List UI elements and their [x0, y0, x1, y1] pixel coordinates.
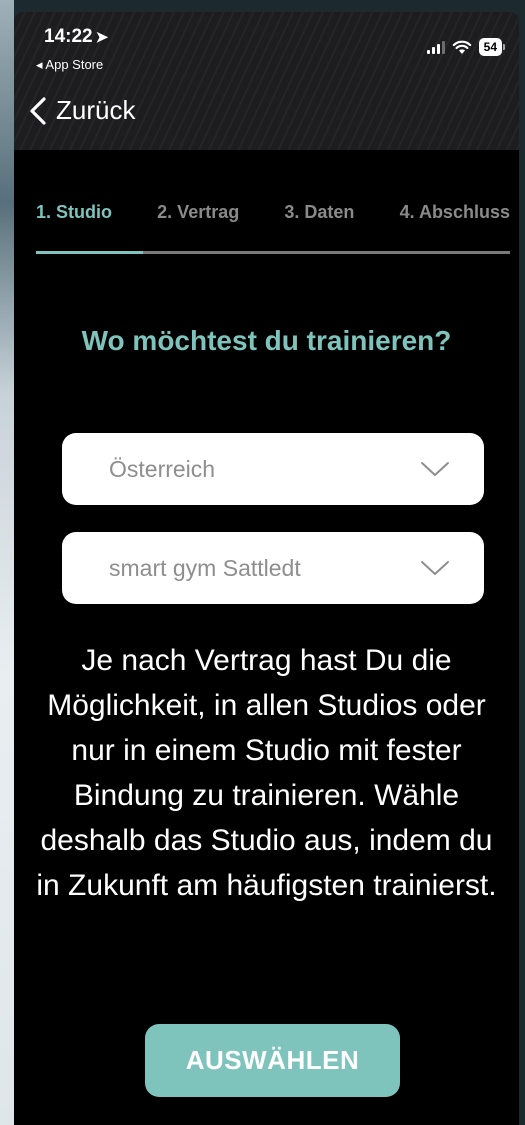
step-vertrag: 2. Vertrag	[157, 202, 240, 222]
country-select-value: Österreich	[109, 455, 216, 482]
status-time: 14:22 ➤	[44, 26, 108, 48]
background-app-edge	[0, 0, 14, 1125]
wifi-icon	[452, 40, 471, 54]
step-daten: 3. Daten	[284, 202, 355, 222]
chevron-down-icon	[421, 561, 449, 575]
step-studio: 1. Studio	[36, 202, 112, 222]
back-label: Zurück	[56, 95, 136, 125]
header: 14:22 ➤ ◂ App Store 54 Zurück	[14, 12, 519, 150]
step-abschluss: 4. Abschluss	[399, 202, 510, 222]
battery-icon: 54	[478, 38, 505, 56]
chevron-down-icon	[421, 462, 449, 476]
back-button[interactable]: Zurück	[28, 95, 135, 126]
step-indicator: 1. Studio 2. Vertrag 3. Daten 4. Abschlu…	[36, 202, 510, 223]
country-select[interactable]: Österreich	[62, 433, 484, 505]
clock: 14:22	[44, 26, 93, 47]
return-to-app-store[interactable]: ◂ App Store	[36, 57, 103, 73]
battery-level: 54	[478, 38, 502, 56]
location-arrow-icon: ➤	[95, 29, 109, 46]
status-icons: 54	[426, 38, 505, 56]
chevron-left-icon	[30, 96, 46, 125]
studio-select-value: smart gym Sattledt	[109, 554, 301, 581]
studio-select[interactable]: smart gym Sattledt	[62, 532, 484, 604]
cellular-signal-icon	[426, 40, 445, 54]
page-question: Wo möchtest du trainieren?	[81, 325, 452, 356]
app-screen: 14:22 ➤ ◂ App Store 54 Zurück 1. Studio …	[14, 12, 519, 1125]
progress-bar	[36, 251, 510, 254]
info-text: Je nach Vertrag hast Du die Möglichkeit,…	[36, 644, 497, 902]
select-button[interactable]: AUSWÄHLEN	[145, 1024, 400, 1097]
progress-fill	[36, 251, 143, 254]
